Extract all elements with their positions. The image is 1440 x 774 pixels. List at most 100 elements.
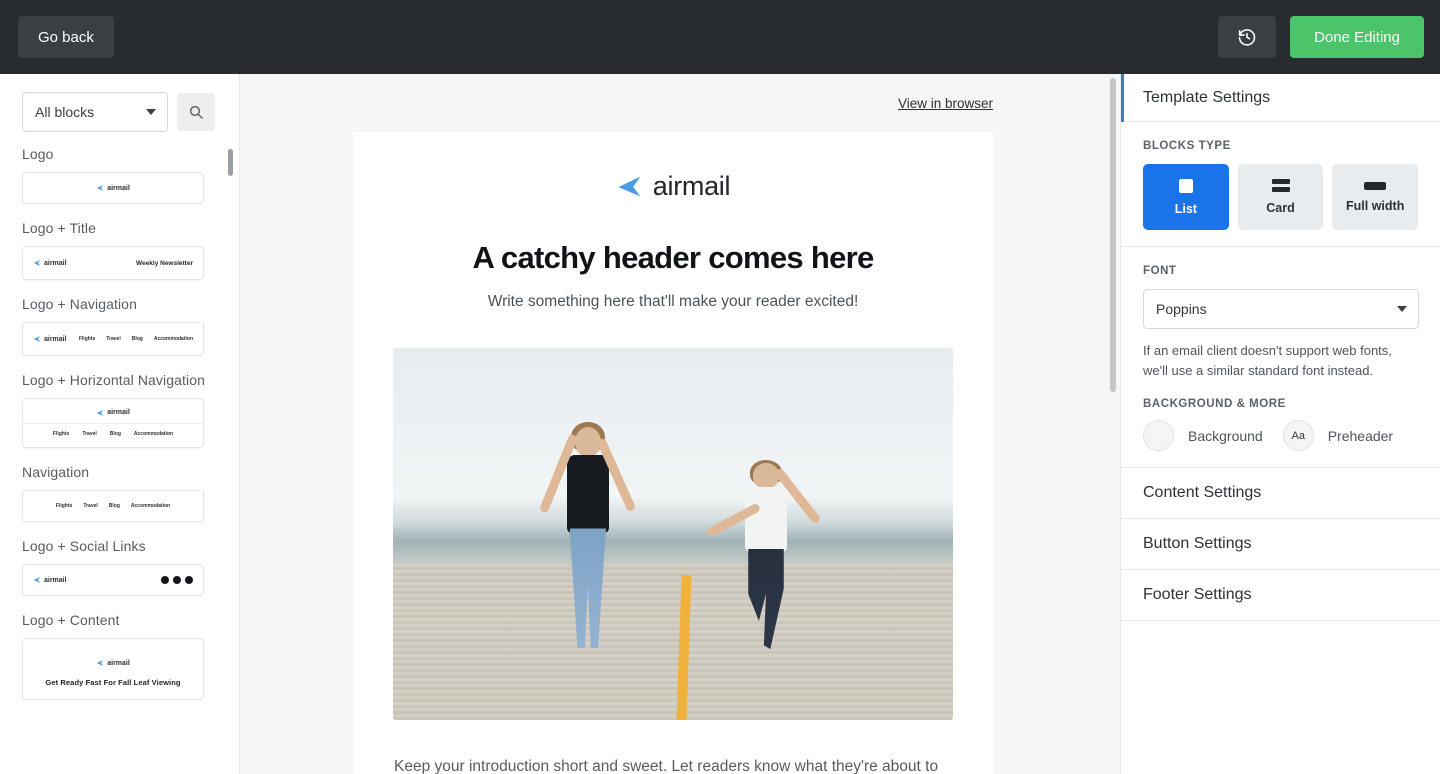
blocks-type-full-width-button[interactable]: Full width bbox=[1332, 164, 1419, 230]
mini-nav-item: Accommodation bbox=[130, 503, 171, 509]
block-preview-logo-title[interactable]: airmail Weekly Newsletter bbox=[22, 246, 204, 280]
paper-plane-icon bbox=[33, 577, 41, 583]
mini-stack: airmail Flights Travel Blog Accommodatio… bbox=[23, 403, 203, 444]
mini-brand: airmail bbox=[33, 576, 67, 584]
font-hint: If an email client doesn't support web f… bbox=[1143, 343, 1392, 378]
font-select[interactable]: Poppins bbox=[1143, 289, 1419, 329]
mini-nav-item: Blog bbox=[109, 430, 121, 437]
mini-nav-item: Blog bbox=[108, 503, 120, 509]
mini-row: airmail Flights Travel Blog Accommodatio… bbox=[23, 335, 203, 343]
button-settings-section[interactable]: Button Settings bbox=[1121, 519, 1440, 570]
history-revert-button[interactable] bbox=[1218, 16, 1277, 58]
mini-nav-item: Blog bbox=[131, 336, 143, 342]
block-group-logo-navigation: Logo + Navigation airmail Flights Travel… bbox=[22, 296, 239, 356]
boardwalk-deck bbox=[393, 563, 953, 720]
blocks-type-list-button[interactable]: List bbox=[1143, 164, 1229, 230]
email-brand-label: airmail bbox=[652, 171, 731, 201]
email-subheading[interactable]: Write something here that'll make your r… bbox=[353, 293, 993, 311]
block-preview-navigation[interactable]: Flights Travel Blog Accommodation bbox=[22, 490, 204, 522]
search-blocks-button[interactable] bbox=[177, 93, 215, 131]
wide-bar-icon bbox=[1364, 181, 1387, 190]
view-in-browser-link[interactable]: View in browser bbox=[898, 96, 993, 111]
mini-row: airmail bbox=[23, 576, 203, 584]
panel-title: Template Settings bbox=[1143, 88, 1271, 106]
block-filter-select[interactable]: All blocks bbox=[22, 92, 168, 132]
mini-brand-label: airmail bbox=[107, 409, 130, 416]
block-preview-logo[interactable]: airmail bbox=[22, 172, 204, 204]
toolbar-actions: Done Editing bbox=[1218, 16, 1424, 58]
font-value: Poppins bbox=[1156, 301, 1207, 317]
mini-nav-item: Accommodation bbox=[133, 430, 174, 437]
head bbox=[753, 463, 779, 489]
content-settings-section[interactable]: Content Settings bbox=[1121, 468, 1440, 519]
block-preview-logo-horizontal-navigation[interactable]: airmail Flights Travel Blog Accommodatio… bbox=[22, 398, 204, 448]
blocks-type-card-button[interactable]: Card bbox=[1237, 164, 1324, 230]
mini-nav: Flights Travel Blog Accommodation bbox=[79, 336, 193, 342]
font-label: FONT bbox=[1143, 265, 1177, 277]
email-hero-image[interactable] bbox=[393, 348, 953, 720]
block-preview-logo-social-links[interactable]: airmail bbox=[22, 564, 204, 596]
mini-nav-item: Travel bbox=[106, 336, 121, 342]
mini-brand-label: airmail bbox=[44, 576, 67, 584]
mini-nav-item: Travel bbox=[82, 430, 97, 437]
torso bbox=[566, 454, 610, 534]
footer-settings-label: Footer Settings bbox=[1143, 586, 1252, 603]
block-label: Logo + Content bbox=[22, 612, 120, 628]
mini-brand: airmail bbox=[96, 659, 130, 667]
stacked-bars-icon bbox=[1271, 179, 1290, 192]
blocks-type-label-list: List bbox=[1174, 201, 1197, 216]
mini-stack-top: airmail bbox=[23, 403, 203, 424]
mini-nav-item: Travel bbox=[83, 503, 98, 509]
mini-brand-label: airmail bbox=[44, 259, 67, 267]
torso bbox=[745, 486, 787, 553]
blocks-type-options: List Card Full width bbox=[1143, 164, 1419, 230]
settings-panel: Template Settings BLOCKS TYPE List Card … bbox=[1120, 74, 1440, 774]
figure-right bbox=[705, 459, 821, 653]
mini-brand: airmail bbox=[33, 335, 67, 343]
background-color-swatch[interactable] bbox=[1143, 420, 1174, 451]
email-paragraph[interactable]: Keep your introduction short and sweet. … bbox=[394, 754, 952, 774]
block-label: Logo + Horizontal Navigation bbox=[22, 372, 205, 388]
mini-content: airmail Get Ready Fast For Fall Leaf Vie… bbox=[23, 651, 203, 688]
canvas-scrollbar-thumb[interactable] bbox=[1110, 78, 1116, 392]
blocks-type-label-card: Card bbox=[1266, 201, 1295, 215]
mini-brand: airmail bbox=[33, 259, 67, 267]
block-label: Logo + Title bbox=[22, 220, 96, 236]
email-logo[interactable]: airmail bbox=[353, 132, 993, 202]
email-headline[interactable]: A catchy header comes here bbox=[353, 240, 993, 276]
email-preheader-bar: View in browser bbox=[240, 74, 1120, 132]
legs bbox=[569, 528, 607, 649]
done-editing-button[interactable]: Done Editing bbox=[1290, 16, 1424, 58]
blocks-sidebar: All blocks Logo airmail Logo + Title air… bbox=[0, 74, 240, 774]
search-icon bbox=[189, 105, 203, 119]
blocks-list[interactable]: Logo airmail Logo + Title airmail Weekly… bbox=[0, 146, 239, 774]
square-icon bbox=[1178, 178, 1193, 193]
legs bbox=[748, 548, 784, 650]
paper-plane-icon bbox=[618, 176, 641, 197]
mini-logo-line: airmail bbox=[23, 659, 203, 667]
sidebar-scrollbar-thumb[interactable] bbox=[228, 149, 233, 176]
blocks-type-section: BLOCKS TYPE List Card Full width bbox=[1121, 122, 1440, 247]
email-preview-canvas: View in browser airmail A catchy header … bbox=[240, 74, 1120, 774]
history-revert-icon bbox=[1238, 29, 1256, 46]
mini-nav: Flights Travel Blog Accommodation bbox=[56, 503, 170, 509]
template-settings-header[interactable]: Template Settings bbox=[1121, 74, 1440, 122]
mini-stack-bottom: Flights Travel Blog Accommodation bbox=[23, 424, 203, 444]
preheader-button[interactable]: Aa bbox=[1282, 420, 1314, 451]
go-back-button[interactable]: Go back bbox=[18, 16, 114, 58]
chevron-down-icon bbox=[1397, 306, 1407, 312]
paper-plane-icon bbox=[96, 185, 104, 191]
block-group-navigation: Navigation Flights Travel Blog Accommoda… bbox=[22, 464, 239, 522]
mini-brand: airmail bbox=[96, 184, 130, 192]
mini-row: airmail Weekly Newsletter bbox=[23, 259, 203, 267]
block-preview-logo-navigation[interactable]: airmail Flights Travel Blog Accommodatio… bbox=[22, 322, 204, 356]
mini-brand: airmail bbox=[96, 409, 130, 417]
chevron-down-icon bbox=[146, 109, 156, 115]
paper-plane-icon bbox=[96, 660, 104, 666]
block-group-logo: Logo airmail bbox=[22, 146, 239, 204]
preheader-label: Preheader bbox=[1327, 427, 1394, 444]
mini-brand-label: airmail bbox=[107, 184, 130, 192]
footer-settings-section[interactable]: Footer Settings bbox=[1121, 570, 1440, 621]
instagram-icon bbox=[185, 576, 193, 584]
block-preview-logo-content[interactable]: airmail Get Ready Fast For Fall Leaf Vie… bbox=[22, 638, 204, 700]
